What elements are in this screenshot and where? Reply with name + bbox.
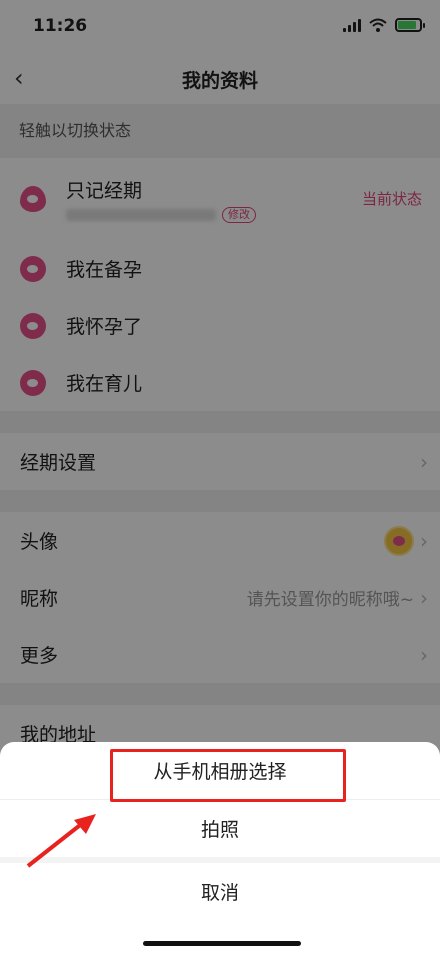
highlight-box bbox=[110, 749, 346, 802]
home-indicator bbox=[143, 941, 301, 946]
arrow-annotation-icon bbox=[26, 814, 96, 868]
